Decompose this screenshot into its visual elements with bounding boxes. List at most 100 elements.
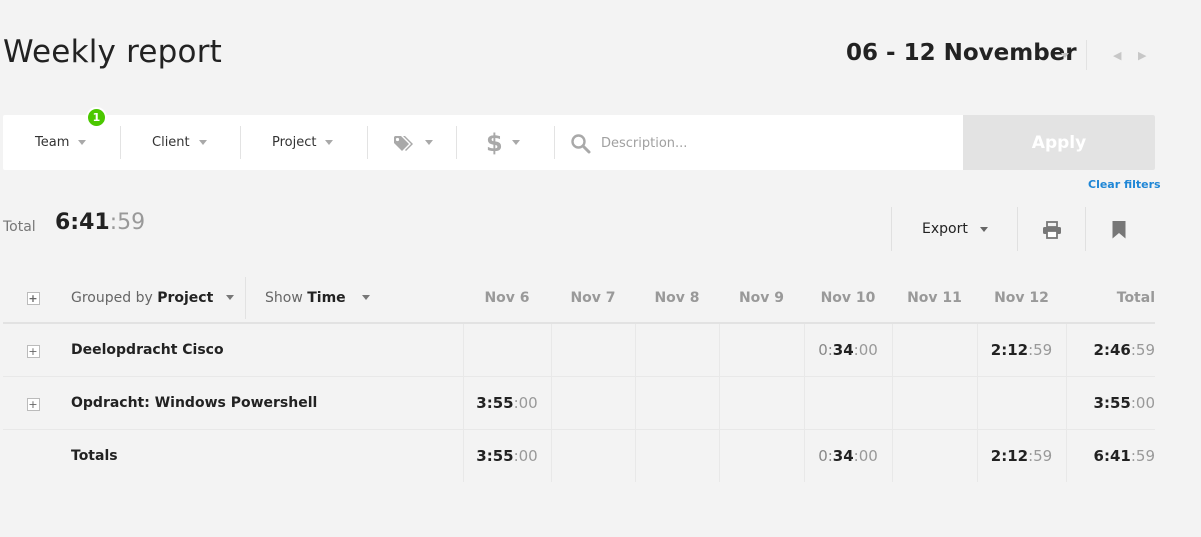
toolbar-separator [1017,207,1018,251]
day-header: Nov 7 [551,273,635,324]
time-seconds: :59 [1028,340,1053,359]
time-cell-empty [634,376,719,430]
project-name[interactable]: Opdracht: Windows Powershell [63,376,463,430]
show-dropdown[interactable]: Show Time [245,273,463,324]
show-prefix: Show [265,289,303,306]
tag-icon [394,135,413,151]
expand-cell: + [3,323,63,377]
day-header: Nov 10 [804,273,892,324]
filter-separator [240,126,241,159]
time-seconds: :00 [513,446,538,465]
group-by-prefix: Grouped by [71,289,153,306]
chevron-down-icon [225,295,234,300]
filter-separator [367,126,368,159]
chevron-down-icon [511,140,520,145]
project-name[interactable]: Deelopdracht Cisco [63,323,463,377]
total-duration-main: 6:41 [55,210,110,235]
description-search-input[interactable] [601,132,951,154]
table-row[interactable]: + Deelopdracht Cisco 0:34:00 2:12:59 2:46:59 [3,323,1155,377]
filter-bar: Team 1 Client Project $ Apply [3,107,1155,170]
bookmark-icon[interactable] [1111,221,1127,239]
page-title: Weekly report [3,34,223,70]
apply-button[interactable]: Apply [963,115,1155,170]
print-icon[interactable] [1042,221,1062,239]
time-main: 3:55 [476,393,514,412]
expand-all-cell: + [3,273,63,324]
search-icon [571,134,591,154]
time-cell-empty [634,429,719,482]
table-row[interactable]: + Opdracht: Windows Powershell 3:55:00 3:55… [3,376,1155,430]
chevron-down-icon [979,226,988,232]
time-cell-empty [803,376,892,430]
export-label: Export [922,221,968,237]
chevron-down-icon [78,140,87,145]
filter-team[interactable]: Team 1 [35,107,107,170]
expand-plus-icon[interactable]: + [26,397,40,411]
row-total-cell: 6:41:59 [1065,429,1155,482]
filter-team-label: Team [35,135,70,150]
filter-billable[interactable]: $ [486,115,520,170]
total-duration-seconds: :59 [109,210,146,235]
time-main: 3:55 [476,446,514,465]
row-total-cell: 2:46:59 [1065,323,1155,377]
time-cell-empty [550,429,635,482]
total-label: Total [3,219,36,235]
time-main: 2:46 [1093,340,1131,359]
expand-cell: + [3,376,63,430]
time-seconds: :00 [513,393,538,412]
time-cell: 0:34:00 [803,429,892,482]
expand-all-plus-icon[interactable]: + [26,291,40,305]
day-header: Nov 6 [463,273,551,324]
time-main: 34 [832,446,854,465]
totals-label: Totals [71,447,118,464]
next-week-arrow-icon[interactable]: ▶ [1138,49,1146,62]
team-filter-badge: 1 [86,107,107,128]
time-cell: 2:12:59 [976,323,1066,377]
day-header: Nov 12 [977,273,1066,324]
time-seconds: :00 [853,446,878,465]
export-toolbar: Export [891,207,1155,251]
group-by-dropdown[interactable]: Grouped by Project [63,273,245,324]
filter-separator [554,126,555,159]
time-cell: 3:55:00 [462,429,551,482]
day-header: Nov 8 [635,273,719,324]
time-cell-empty [634,323,719,377]
time-main: 2:12 [990,446,1029,465]
filter-separator [456,126,457,159]
time-cell-empty [550,376,635,430]
time-cell: 3:55:00 [462,376,551,430]
filter-project-label: Project [272,135,317,150]
filter-separator [120,126,121,159]
filter-tags[interactable] [392,115,433,170]
show-value: Time [307,289,346,306]
row-total-cell: 3:55:00 [1065,376,1155,430]
chevron-down-icon [198,140,207,145]
time-cell-empty [976,376,1066,430]
filter-project[interactable]: Project [272,115,334,170]
time-seconds: :59 [1130,446,1155,465]
date-range-caret-icon[interactable] [1061,53,1069,58]
time-cell-empty [718,429,804,482]
chevron-down-icon [325,140,334,145]
group-by-value: Project [157,289,214,306]
time-lead: 0: [818,446,833,465]
day-header: Nov 9 [719,273,804,324]
time-cell-empty [718,376,804,430]
time-cell: 0:34:00 [803,323,892,377]
date-range-picker[interactable]: 06 - 12 November [846,40,1077,66]
report-table: + Grouped by Project Show Time Nov 6 Nov… [3,273,1155,482]
totals-spacer [3,429,63,482]
total-duration: 6:41:59 [55,210,145,235]
toolbar-separator [1085,207,1086,251]
dollar-icon: $ [486,128,503,157]
time-cell: 2:12:59 [976,429,1066,482]
export-dropdown[interactable]: Export [922,221,988,237]
filter-client[interactable]: Client [152,115,207,170]
time-main: 34 [832,340,854,359]
time-cell-empty [462,323,551,377]
chevron-down-icon [425,140,433,145]
prev-week-arrow-icon[interactable]: ◀ [1113,49,1121,62]
clear-filters-link[interactable]: Clear filters [1088,178,1161,191]
time-seconds: :00 [1130,393,1155,412]
expand-plus-icon[interactable]: + [26,344,40,358]
